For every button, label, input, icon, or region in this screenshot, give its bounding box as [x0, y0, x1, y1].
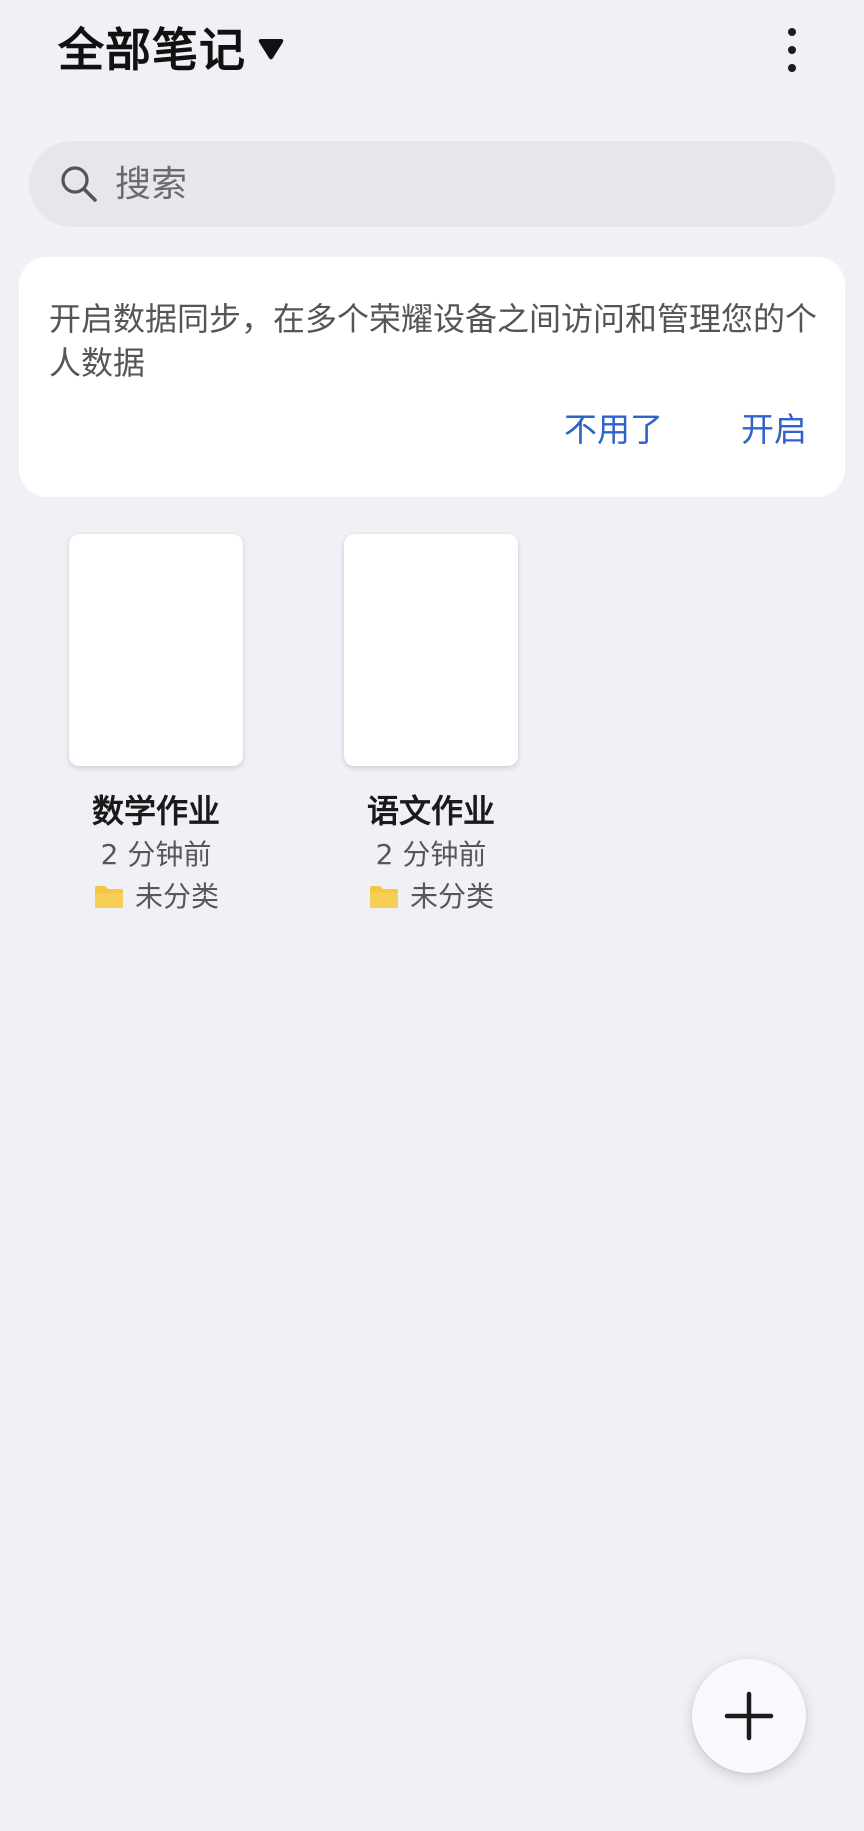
- note-time: 2 分钟前: [100, 838, 212, 872]
- add-note-button[interactable]: [692, 1659, 806, 1773]
- note-title: 数学作业: [91, 792, 220, 830]
- more-vertical-icon: [788, 28, 796, 36]
- more-vertical-icon-dot: [788, 64, 796, 72]
- note-folder-label: 未分类: [409, 879, 494, 913]
- app-header: 全部笔记: [0, 0, 864, 100]
- dismiss-sync-button[interactable]: 不用了: [564, 413, 663, 446]
- folder-icon: [94, 885, 123, 908]
- sync-actions: 不用了 开启: [564, 413, 807, 446]
- caret-down-icon: [258, 39, 284, 60]
- note-folder-label: 未分类: [134, 879, 219, 913]
- more-vertical-icon-dot: [788, 46, 796, 54]
- note-thumbnail[interactable]: [69, 534, 243, 766]
- plus-icon: [724, 1691, 774, 1741]
- sync-prompt-card: 开启数据同步，在多个荣耀设备之间访问和管理您的个人数据 不用了 开启: [19, 257, 845, 497]
- search-input[interactable]: [115, 154, 795, 214]
- folder-icon: [369, 885, 398, 908]
- page-title: 全部笔记: [58, 23, 246, 77]
- note-item[interactable]: 语文作业 2 分钟前 未分类: [311, 534, 551, 914]
- search-bar[interactable]: [29, 141, 835, 227]
- note-folder: 未分类: [368, 880, 494, 914]
- search-icon: [61, 166, 97, 202]
- note-item[interactable]: 数学作业 2 分钟前 未分类: [36, 534, 276, 914]
- note-title: 语文作业: [366, 792, 495, 830]
- sync-message: 开启数据同步，在多个荣耀设备之间访问和管理您的个人数据: [49, 300, 818, 382]
- note-time: 2 分钟前: [375, 838, 487, 872]
- note-thumbnail[interactable]: [344, 534, 518, 766]
- note-folder: 未分类: [93, 880, 219, 914]
- more-options-button[interactable]: [768, 16, 816, 84]
- enable-sync-button[interactable]: 开启: [741, 413, 807, 446]
- notebook-selector[interactable]: 全部笔记: [58, 18, 284, 82]
